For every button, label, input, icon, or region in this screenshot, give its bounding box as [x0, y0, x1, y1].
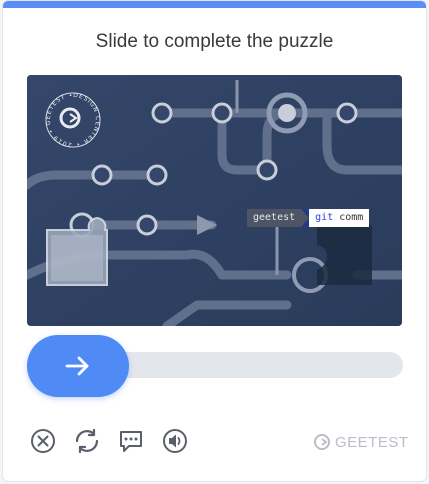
refresh-button[interactable] — [73, 427, 101, 455]
geetest-brand: GEETEST — [313, 432, 409, 452]
refresh-icon — [75, 428, 99, 454]
feedback-icon — [120, 431, 142, 452]
arrow-right-icon — [65, 356, 89, 376]
geetest-logo-icon — [314, 434, 330, 450]
puzzle-image: DESIGN CENTER ∙ 2019 ∙ GEETEST ∙ geetest… — [27, 75, 402, 326]
puzzle-background: DESIGN CENTER ∙ 2019 ∙ GEETEST ∙ — [27, 75, 402, 326]
close-button[interactable] — [29, 427, 57, 455]
audio-icon — [163, 429, 187, 453]
slider-handle[interactable] — [27, 335, 129, 397]
command-text: git — [315, 212, 334, 223]
captcha-title: Slide to complete the puzzle — [95, 31, 334, 52]
brand-name: GEETEST — [335, 433, 409, 451]
captcha-card: Slide to complete the puzzle DESIGN CENT… — [2, 0, 427, 482]
audio-button[interactable] — [161, 427, 189, 455]
top-accent-bar — [3, 1, 426, 8]
feedback-button[interactable] — [117, 427, 145, 455]
command-tail: comm — [339, 212, 364, 223]
command-prompt: geetest — [247, 209, 302, 227]
command-separator — [301, 209, 310, 227]
close-icon — [31, 429, 55, 453]
command-banner: geetest git comm — [247, 209, 370, 227]
